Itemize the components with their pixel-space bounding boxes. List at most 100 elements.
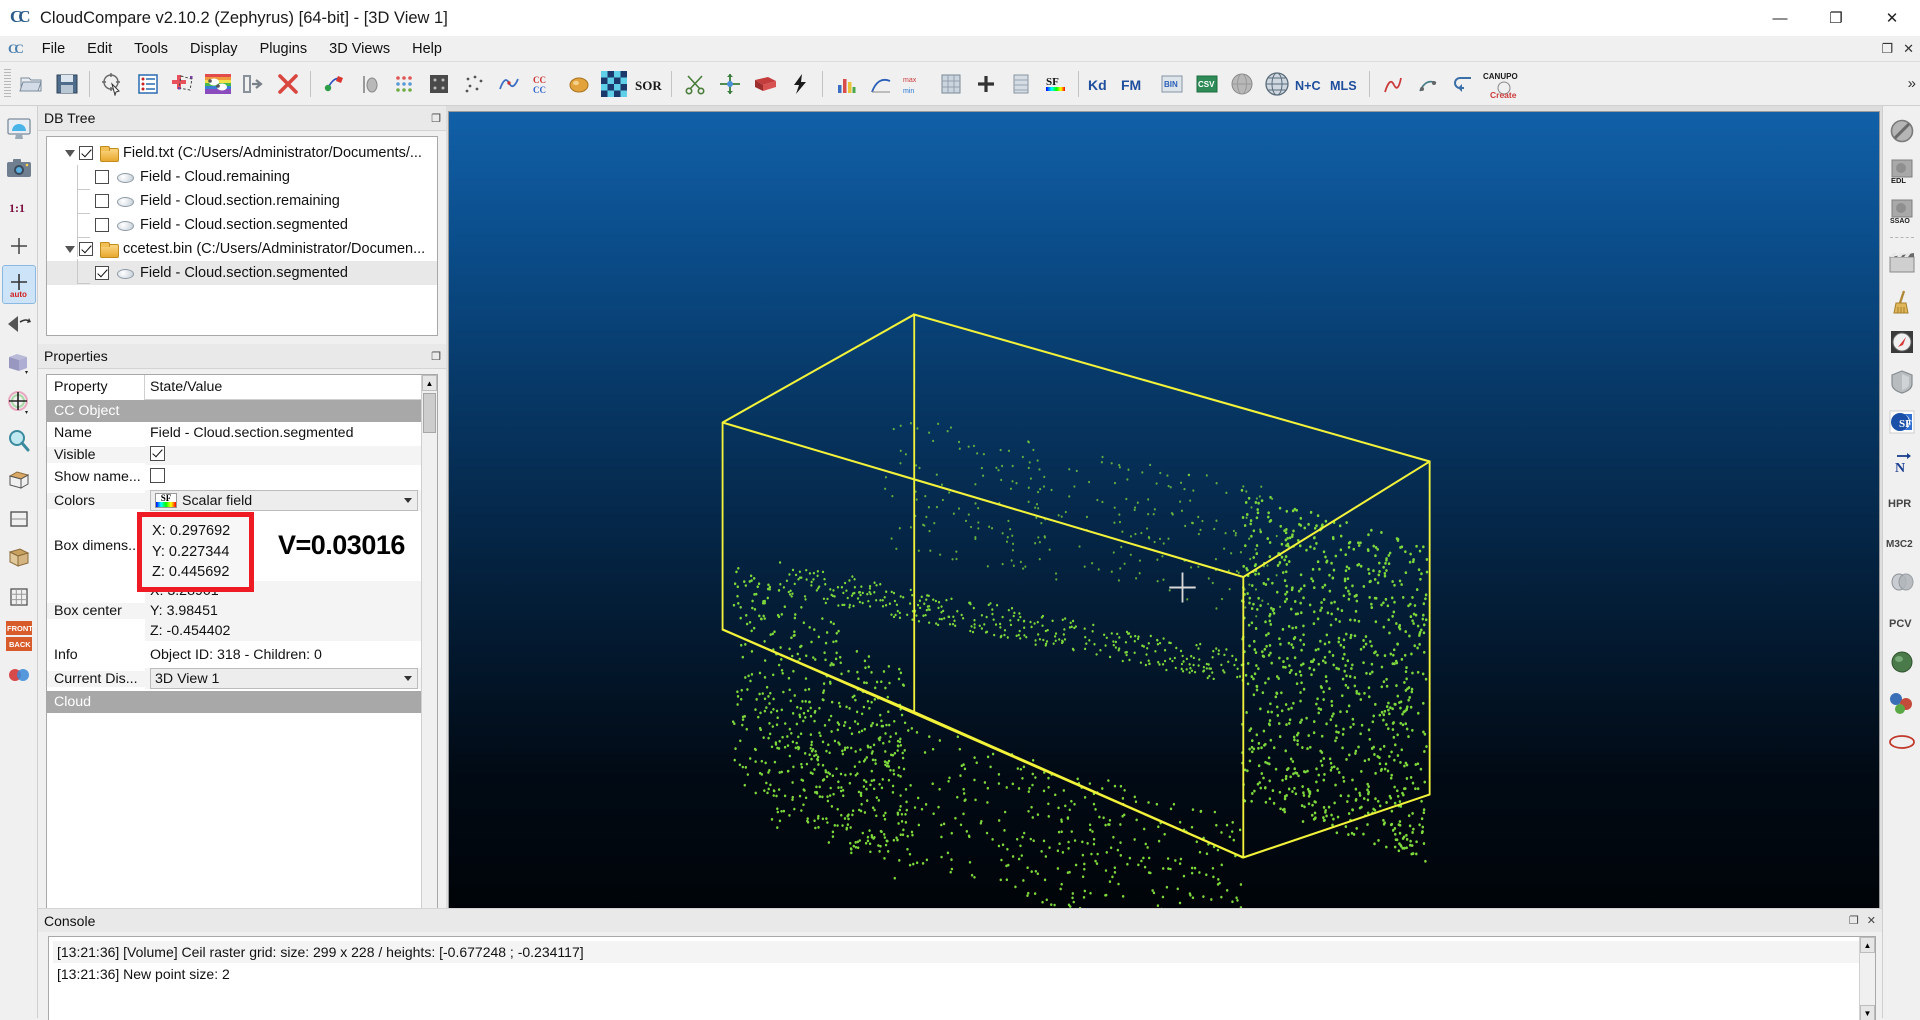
register-points-button[interactable] [166, 67, 199, 101]
console-scrollbar[interactable]: ▲ ▼ [1859, 937, 1875, 1020]
mdi-restore-button[interactable]: ❐ [1881, 41, 1893, 57]
cork-boolean-button[interactable] [1886, 563, 1918, 600]
db-tree-float-icon[interactable]: ❐ [431, 112, 441, 125]
rotate-view-button[interactable] [3, 305, 35, 342]
3d-viewport[interactable]: 0.35 [448, 111, 1880, 1013]
grid-button[interactable] [1004, 67, 1037, 101]
normals-compute-button[interactable]: N+C [1295, 67, 1328, 101]
zoom-tool-button[interactable] [3, 422, 35, 459]
db-tree-list[interactable]: Field.txt (C:/Users/Administrator/Docume… [46, 136, 438, 336]
subsample-button[interactable] [387, 67, 420, 101]
colors-combobox[interactable]: SF Scalar field [150, 490, 418, 511]
raster-tool-button[interactable] [934, 67, 967, 101]
bounding-box-button[interactable] [3, 461, 35, 498]
checkerboard-button[interactable] [597, 67, 630, 101]
toolbar-overflow-button[interactable]: » [1908, 75, 1916, 92]
console-float-icon[interactable]: ❐ [1849, 914, 1859, 927]
compute-normals-button[interactable] [422, 67, 455, 101]
properties-list-button[interactable] [131, 67, 164, 101]
return-arrow-button[interactable] [1446, 67, 1479, 101]
save-file-button[interactable] [50, 67, 83, 101]
open-file-button[interactable] [15, 67, 48, 101]
console-close-icon[interactable]: ✕ [1867, 914, 1876, 927]
node-checkbox[interactable] [95, 266, 109, 280]
front-back-view-button[interactable]: FRONT BACK [3, 617, 35, 654]
properties-float-icon[interactable]: ❐ [431, 350, 441, 363]
viewport-grid-button[interactable] [3, 578, 35, 615]
qanimation-button[interactable] [1411, 67, 1444, 101]
hough-normals-button[interactable] [1376, 67, 1409, 101]
histogram-button[interactable] [829, 67, 862, 101]
stat-test-button[interactable] [492, 67, 525, 101]
expand-caret-icon[interactable] [61, 149, 79, 157]
translate-tool-button[interactable] [3, 383, 35, 420]
node-checkbox[interactable] [95, 194, 109, 208]
menu-3d-views[interactable]: 3D Views [318, 39, 401, 59]
pivot-center-button[interactable] [3, 227, 35, 264]
rainbow-sheep-button[interactable] [201, 67, 234, 101]
ssao-shader-button[interactable]: SSAO [1886, 192, 1918, 229]
qhull-hull-button[interactable] [1886, 723, 1918, 760]
interpolate-button[interactable] [352, 67, 385, 101]
toolbar-grip[interactable] [4, 68, 11, 99]
north-arrow-button[interactable]: N [1886, 443, 1918, 480]
display-settings-button[interactable] [3, 110, 35, 147]
fast-marching-button[interactable]: FM [1120, 67, 1153, 101]
shield-facets-button[interactable] [1886, 363, 1918, 400]
default-views-cube-button[interactable] [3, 344, 35, 381]
sphere-render-button[interactable] [562, 67, 595, 101]
snapshot-button[interactable] [3, 149, 35, 186]
close-button[interactable]: ✕ [1864, 0, 1920, 36]
zoom-1to1-button[interactable]: 1:1 [3, 188, 35, 225]
menu-file[interactable]: File [31, 39, 76, 59]
minmax-button[interactable]: max min [899, 67, 932, 101]
sf-tool-button[interactable]: SF [1039, 67, 1072, 101]
mls-smooth-button[interactable]: MLS [1330, 67, 1363, 101]
broom-cleaner-button[interactable] [1886, 283, 1918, 320]
sf-plugin-button[interactable]: SF [1886, 403, 1918, 440]
tree-node-cloud-section-remaining[interactable]: Field - Cloud.section.remaining [47, 189, 437, 213]
tree-node-cloud-section-segmented[interactable]: Field - Cloud.section.segmented [47, 213, 437, 237]
console-output[interactable]: [13:21:36] [Volume] Ceil raster grid: si… [48, 936, 1876, 1020]
animation-clapper-button[interactable] [1886, 243, 1918, 280]
m3c2-plugin-button[interactable]: M3C2 [1886, 523, 1918, 560]
csv-export-button[interactable]: CSV [1190, 67, 1223, 101]
bin-export-button[interactable]: BIN [1155, 67, 1188, 101]
kd-tree-button[interactable]: Kd [1085, 67, 1118, 101]
point-picking-button[interactable] [96, 67, 129, 101]
ransac-shapes-button[interactable] [1886, 683, 1918, 720]
no-filter-button[interactable] [1886, 112, 1918, 149]
lightning-button[interactable] [783, 67, 816, 101]
noise-filter-button[interactable] [457, 67, 490, 101]
edl-shader-button[interactable]: EDL [1886, 152, 1918, 189]
menu-tools[interactable]: Tools [123, 39, 179, 59]
compass-button[interactable] [1886, 323, 1918, 360]
minimize-button[interactable]: — [1752, 0, 1808, 36]
hpr-filter-button[interactable]: HPR [1886, 483, 1918, 520]
node-checkbox[interactable] [95, 170, 109, 184]
translate-rotate-button[interactable] [713, 67, 746, 101]
visible-checkbox[interactable] [150, 445, 165, 461]
geo-globe-button[interactable] [1260, 67, 1293, 101]
tree-node-cloud-remaining[interactable]: Field - Cloud.remaining [47, 165, 437, 189]
menu-plugins[interactable]: Plugins [249, 39, 319, 59]
orthographic-view-button[interactable] [3, 500, 35, 537]
scroll-up-icon[interactable]: ▲ [422, 375, 437, 391]
cc-label-button[interactable]: CC CC [527, 67, 560, 101]
tree-node-field-txt[interactable]: Field.txt (C:/Users/Administrator/Docume… [47, 141, 437, 165]
sor-filter-button[interactable]: SOR [632, 67, 665, 101]
scroll-down-icon[interactable]: ▼ [1860, 1005, 1875, 1020]
auto-pivot-button[interactable]: auto [1, 265, 36, 304]
node-checkbox[interactable] [79, 146, 93, 160]
menu-display[interactable]: Display [179, 39, 249, 59]
node-checkbox[interactable] [79, 242, 93, 256]
poisson-recon-button[interactable] [1886, 643, 1918, 680]
show-name-checkbox[interactable] [150, 467, 165, 483]
menu-help[interactable]: Help [401, 39, 453, 59]
import-segment-button[interactable] [236, 67, 269, 101]
box-section-button[interactable] [748, 67, 781, 101]
mdi-close-button[interactable]: ✕ [1903, 41, 1914, 57]
scrollbar-thumb[interactable] [423, 393, 436, 433]
tree-node-ccetest-bin[interactable]: ccetest.bin (C:/Users/Administrator/Docu… [47, 237, 437, 261]
canupo-create-button[interactable]: CANUPO Create [1481, 67, 1529, 101]
